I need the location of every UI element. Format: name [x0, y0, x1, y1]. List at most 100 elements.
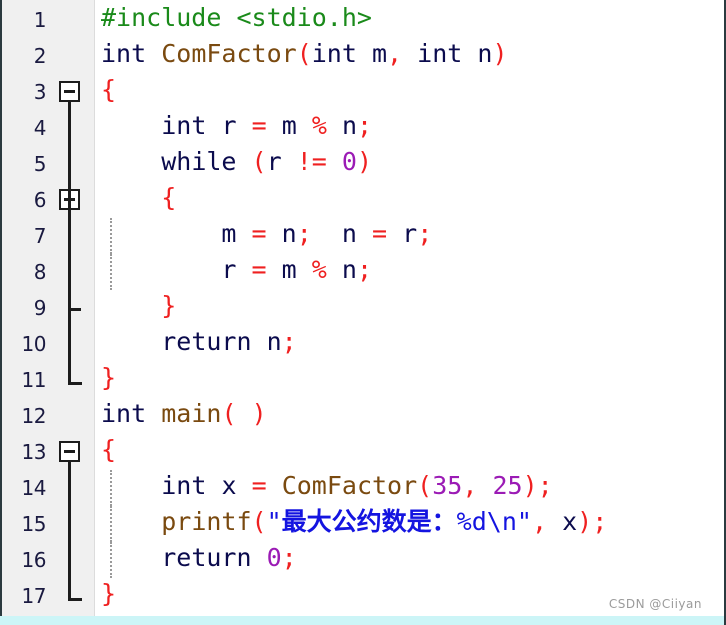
line-number: 10 — [21, 332, 47, 356]
code-token-id: n — [477, 39, 493, 68]
code-token-id: n — [281, 219, 297, 248]
code-token-op: } — [101, 363, 117, 392]
code-line[interactable]: m = n; n = r; — [95, 216, 724, 252]
code-token-id: r — [402, 219, 418, 248]
code-token-id — [477, 471, 492, 500]
code-line[interactable]: int main( ) — [95, 396, 724, 432]
code-line[interactable]: { — [95, 432, 724, 468]
code-token-id — [297, 255, 312, 284]
code-token-op: , — [387, 39, 403, 68]
code-line[interactable]: while (r != 0) — [95, 144, 724, 180]
code-token-id — [267, 111, 282, 140]
indent-guide — [110, 542, 112, 578]
code-token-op: ; — [537, 471, 553, 500]
code-token-id — [297, 111, 312, 140]
code-line[interactable]: return 0; — [95, 540, 724, 576]
code-content-area[interactable]: #include <stdio.h> int ComFactor(int m, i… — [95, 0, 724, 625]
code-token-op: { — [101, 75, 117, 104]
code-token-op: ; — [281, 543, 297, 572]
code-token-op: ) — [577, 507, 593, 536]
code-token-id: m — [281, 111, 297, 140]
code-line[interactable]: } — [95, 288, 724, 324]
code-line[interactable]: #include <stdio.h> — [95, 0, 724, 36]
code-token-fn: ComFactor — [281, 471, 418, 500]
code-token-op: ) — [251, 399, 267, 428]
code-editor: 1 2 3 4 5 6 7 8 9 10 11 12 13 14 15 16 17 #include <stdi… — [0, 0, 726, 625]
line-number: 4 — [33, 116, 47, 140]
code-token-id — [252, 543, 267, 572]
code-token-id: n — [341, 219, 357, 248]
code-line[interactable]: int x = ComFactor(35, 25); — [95, 468, 724, 504]
indent-guide — [110, 470, 112, 506]
code-token-kw: while — [161, 147, 237, 176]
code-token-id — [236, 147, 251, 176]
code-token-id: x — [221, 471, 237, 500]
code-token-id — [387, 219, 402, 248]
code-token-id — [357, 39, 372, 68]
code-token-id: m — [371, 39, 388, 68]
fold-connector-line — [68, 210, 71, 310]
code-token-id — [237, 471, 252, 500]
code-token-op: ) — [522, 471, 538, 500]
line-number: 2 — [33, 44, 47, 68]
code-token-op: ; — [356, 255, 373, 284]
code-line[interactable]: int ComFactor(int m, int n) — [95, 36, 724, 72]
code-token-op: , — [531, 507, 547, 536]
fold-toggle-icon[interactable] — [59, 81, 80, 102]
line-number: 11 — [21, 368, 47, 392]
code-line[interactable]: { — [95, 180, 724, 216]
line-number: 13 — [21, 440, 47, 464]
code-token-op: { — [101, 435, 117, 464]
code-token-num: 35 — [432, 471, 463, 500]
code-token-id — [547, 507, 562, 536]
line-number: 1 — [33, 8, 47, 32]
code-token-op: ) — [492, 39, 508, 68]
code-token-kw: return — [161, 327, 252, 356]
code-token-op: ) — [356, 147, 373, 176]
code-token-id: r — [221, 111, 237, 140]
code-token-cjk: 最大公约数是： — [281, 507, 457, 536]
code-token-op: ( — [221, 399, 237, 428]
code-token-op: ( — [251, 147, 267, 176]
code-folding-column[interactable] — [52, 0, 94, 625]
code-token-op: % — [311, 111, 327, 140]
code-token-op: % — [311, 255, 327, 284]
code-token-id — [327, 255, 342, 284]
code-line[interactable]: return n; — [95, 324, 724, 360]
code-token-id: n — [341, 111, 357, 140]
code-token-kw: int — [101, 39, 147, 68]
code-token-num: 0 — [341, 147, 357, 176]
code-line[interactable]: int r = m % n; — [95, 108, 724, 144]
code-line[interactable]: printf("最大公约数是：%d\n", x); — [95, 504, 724, 540]
code-token-num: 25 — [492, 471, 523, 500]
code-token-id: r — [266, 147, 282, 176]
line-number: 16 — [21, 548, 47, 572]
indent-guide — [110, 254, 112, 290]
code-token-id — [101, 111, 161, 140]
code-token-str: " — [266, 507, 282, 536]
code-token-op: , — [462, 471, 478, 500]
code-line[interactable]: { — [95, 72, 724, 108]
code-token-id — [252, 327, 267, 356]
code-token-id: m — [221, 219, 237, 248]
code-token-id — [237, 111, 252, 140]
watermark-label: CSDN @Ciiyan — [608, 597, 702, 611]
code-token-op: = — [251, 219, 267, 248]
fold-region-end — [68, 382, 82, 385]
code-token-kw: int — [161, 111, 207, 140]
code-token-id — [282, 147, 297, 176]
code-token-id: m — [281, 255, 297, 284]
code-token-id — [206, 471, 221, 500]
line-number: 9 — [33, 296, 47, 320]
code-token-id — [101, 147, 161, 176]
code-token-id — [236, 255, 251, 284]
code-line[interactable]: } — [95, 360, 724, 396]
fold-toggle-icon[interactable] — [59, 441, 80, 462]
line-number: 3 — [33, 80, 47, 104]
code-token-id — [236, 219, 251, 248]
code-token-id: r — [221, 255, 237, 284]
code-token-id — [146, 399, 161, 428]
code-token-id — [101, 291, 161, 320]
code-line[interactable]: r = m % n; — [95, 252, 724, 288]
code-token-kw: int — [161, 471, 207, 500]
